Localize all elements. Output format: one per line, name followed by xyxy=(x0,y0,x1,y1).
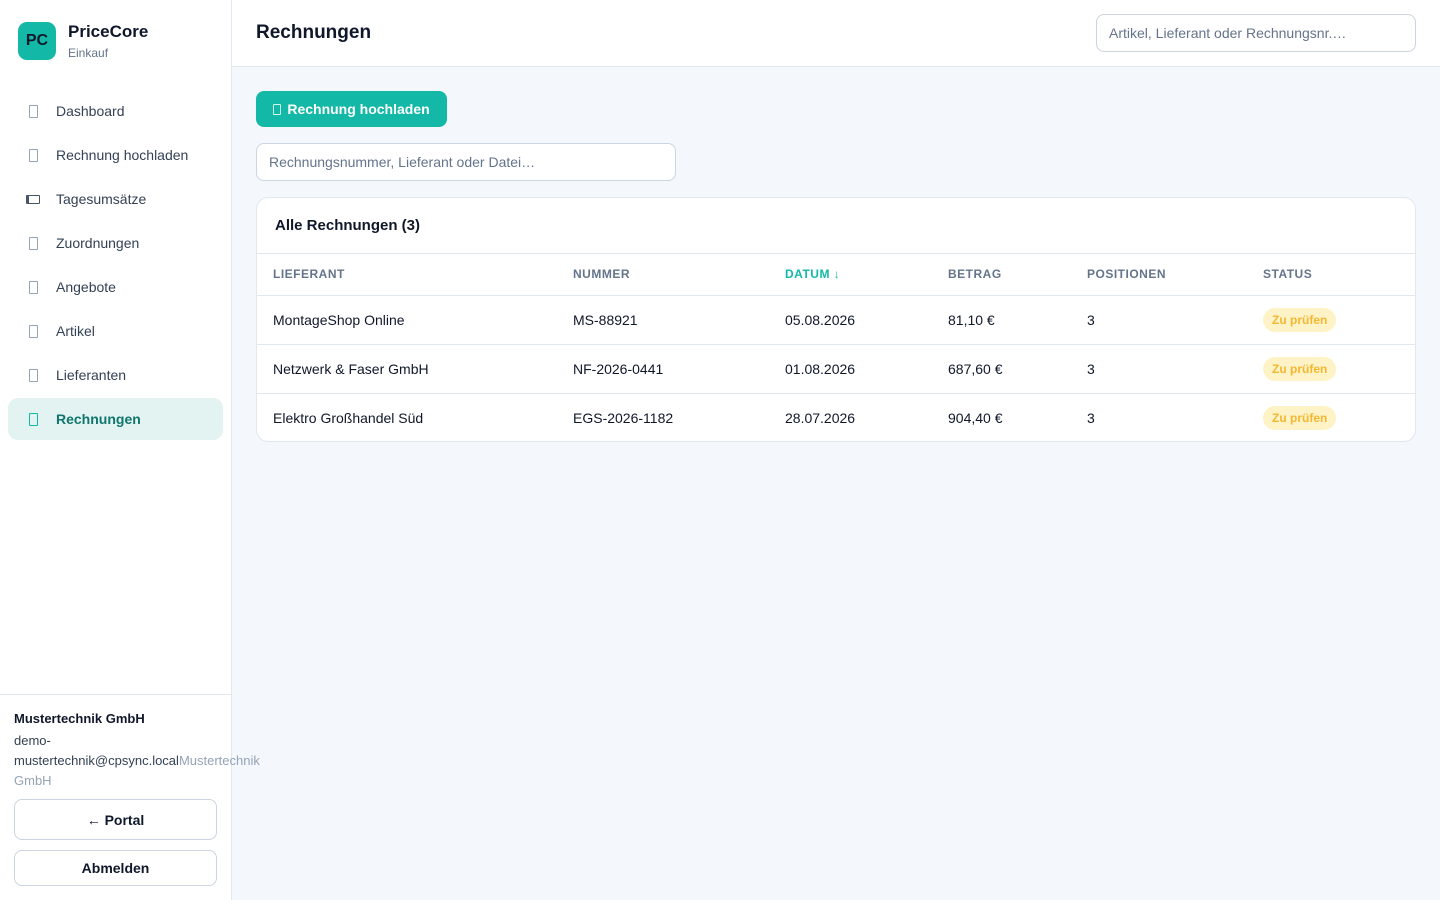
sidebar-item-label: Artikel xyxy=(56,323,95,339)
status-badge: Zu prüfen xyxy=(1263,307,1337,332)
page-title: Rechnungen xyxy=(256,22,372,43)
sidebar-item-label: Rechnungen xyxy=(56,411,141,427)
cell-supplier: Elektro Großhandel Süd xyxy=(273,409,424,426)
cell-supplier: Netzwerk & Faser GmbH xyxy=(257,344,557,394)
cell-date: 28.07.2026 xyxy=(785,409,856,426)
column-header-status[interactable]: STATUS xyxy=(1247,254,1415,296)
column-header-positions[interactable]: POSITIONEN xyxy=(1071,254,1247,296)
brand-subtitle: Einkauf xyxy=(68,46,109,60)
invoice-table-card: Alle Rechnungen (3) LIEFERANT NUMMER DAT… xyxy=(256,197,1416,442)
company-name: Mustertechnik GmbH xyxy=(14,711,145,726)
sidebar-item-rechnung-hochladen[interactable]: Rechnung hochladen xyxy=(8,134,223,176)
sidebar: PC PriceCore Einkauf Dashboard Rechnung … xyxy=(0,0,260,900)
sidebar-item-label: Lieferanten xyxy=(56,367,127,383)
table-row[interactable]: Netzwerk & Faser GmbH NF-2026-0441 01.08… xyxy=(257,344,1415,394)
cell-status: Zu prüfen xyxy=(1247,344,1415,394)
sidebar-item-label: Rechnung hochladen xyxy=(56,147,189,163)
sidebar-item-zuordnungen[interactable]: Zuordnungen xyxy=(8,222,223,264)
upload-icon xyxy=(26,148,40,162)
cell-supplier: MontageShop Online xyxy=(257,295,557,345)
column-header-amount[interactable]: BETRAG xyxy=(932,254,1071,296)
cell-amount: 687,60 € xyxy=(932,344,1071,394)
sidebar-item-tagesumsaetze[interactable]: Tagesumsätze xyxy=(8,178,223,220)
sidebar-item-artikel[interactable]: Artikel xyxy=(8,310,223,352)
cell-status: Zu prüfen xyxy=(1247,393,1415,441)
status-badge: Zu prüfen xyxy=(1263,405,1337,430)
sidebar-nav: Dashboard Rechnung hochladen Tagesumsätz… xyxy=(8,90,223,442)
cell-number: NF-2026-0441 xyxy=(557,344,769,394)
cell-positions: 3 xyxy=(1071,344,1247,394)
column-header-supplier[interactable]: LIEFERANT xyxy=(257,254,557,296)
dashboard-icon xyxy=(26,104,40,118)
global-search-input[interactable] xyxy=(1096,14,1416,52)
invoice-filter-input[interactable] xyxy=(256,143,676,181)
portal-button[interactable]: ← Portal xyxy=(14,799,217,840)
link-icon xyxy=(26,236,40,250)
invoice-table: LIEFERANT NUMMER DATUM ↓ BETRAG POSITION… xyxy=(257,254,1415,441)
upload-invoice-label: Rechnung hochladen xyxy=(287,101,430,117)
logout-button[interactable]: Abmelden xyxy=(14,850,217,886)
sidebar-item-dashboard[interactable]: Dashboard xyxy=(8,90,223,132)
status-badge: Zu prüfen xyxy=(1263,356,1337,381)
table-header-row: LIEFERANT NUMMER DATUM ↓ BETRAG POSITION… xyxy=(257,254,1415,296)
box-icon xyxy=(26,324,40,338)
truck-icon xyxy=(26,368,40,382)
sidebar-item-label: Tagesumsätze xyxy=(56,191,147,207)
user-info: demo-mustertechnik@cpsync.localMustertec… xyxy=(14,731,276,791)
cell-positions: 3 xyxy=(1071,295,1247,345)
cell-amount: 904,40 € xyxy=(948,409,1003,426)
cell-amount: 81,10 € xyxy=(932,295,1071,345)
cell-positions: 3 xyxy=(1087,409,1095,426)
sidebar-item-label: Zuordnungen xyxy=(56,235,140,251)
card-icon xyxy=(26,192,40,206)
card-title: Alle Rechnungen (3) xyxy=(257,198,1415,254)
sidebar-item-lieferanten[interactable]: Lieferanten xyxy=(8,354,223,396)
upload-icon xyxy=(273,103,282,115)
brand-text: PriceCore Einkauf xyxy=(68,22,148,60)
logo: PC xyxy=(18,22,56,60)
upload-invoice-button[interactable]: Rechnung hochladen xyxy=(256,91,447,127)
table-row[interactable]: Elektro Großhandel Süd EGS-2026-1182 28.… xyxy=(257,393,1415,441)
offer-icon xyxy=(26,280,40,294)
table-row[interactable]: MontageShop Online MS-88921 05.08.2026 8… xyxy=(257,295,1415,345)
cell-number: MS-88921 xyxy=(557,295,769,345)
cell-date: 05.08.2026 xyxy=(769,295,932,345)
column-header-number[interactable]: NUMMER xyxy=(557,254,769,296)
brand[interactable]: PC PriceCore Einkauf xyxy=(18,22,148,60)
user-email: demo-mustertechnik@cpsync.local xyxy=(14,733,179,768)
invoice-icon xyxy=(26,412,40,426)
sidebar-item-angebote[interactable]: Angebote xyxy=(8,266,223,308)
brand-name: PriceCore xyxy=(68,22,149,41)
sidebar-item-rechnungen[interactable]: Rechnungen xyxy=(8,398,223,440)
sidebar-footer: Mustertechnik GmbH demo-mustertechnik@cp… xyxy=(0,694,260,900)
sidebar-item-label: Angebote xyxy=(56,279,116,295)
cell-status: Zu prüfen xyxy=(1247,295,1415,345)
cell-date: 01.08.2026 xyxy=(769,344,932,394)
sidebar-item-label: Dashboard xyxy=(56,103,125,119)
column-header-date[interactable]: DATUM ↓ xyxy=(769,254,932,296)
cell-number: EGS-2026-1182 xyxy=(573,409,674,426)
topbar: Rechnungen xyxy=(232,0,1440,67)
